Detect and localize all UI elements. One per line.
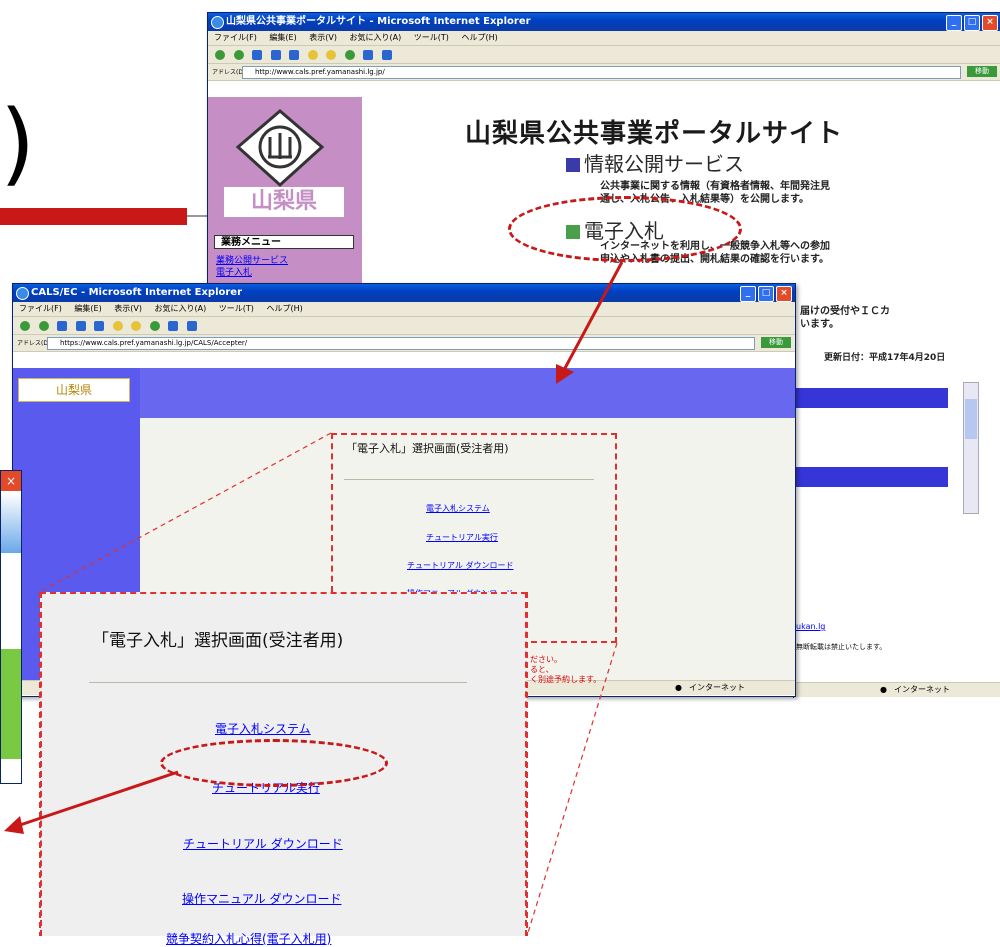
annotation-overlay <box>4 215 624 936</box>
arrow-line-ebid <box>562 261 624 371</box>
zoom-guide-right <box>526 642 618 936</box>
arrow-line-tutorial <box>19 770 179 827</box>
arrow-head-icon <box>4 816 24 834</box>
zoom-guide-left <box>39 432 332 593</box>
